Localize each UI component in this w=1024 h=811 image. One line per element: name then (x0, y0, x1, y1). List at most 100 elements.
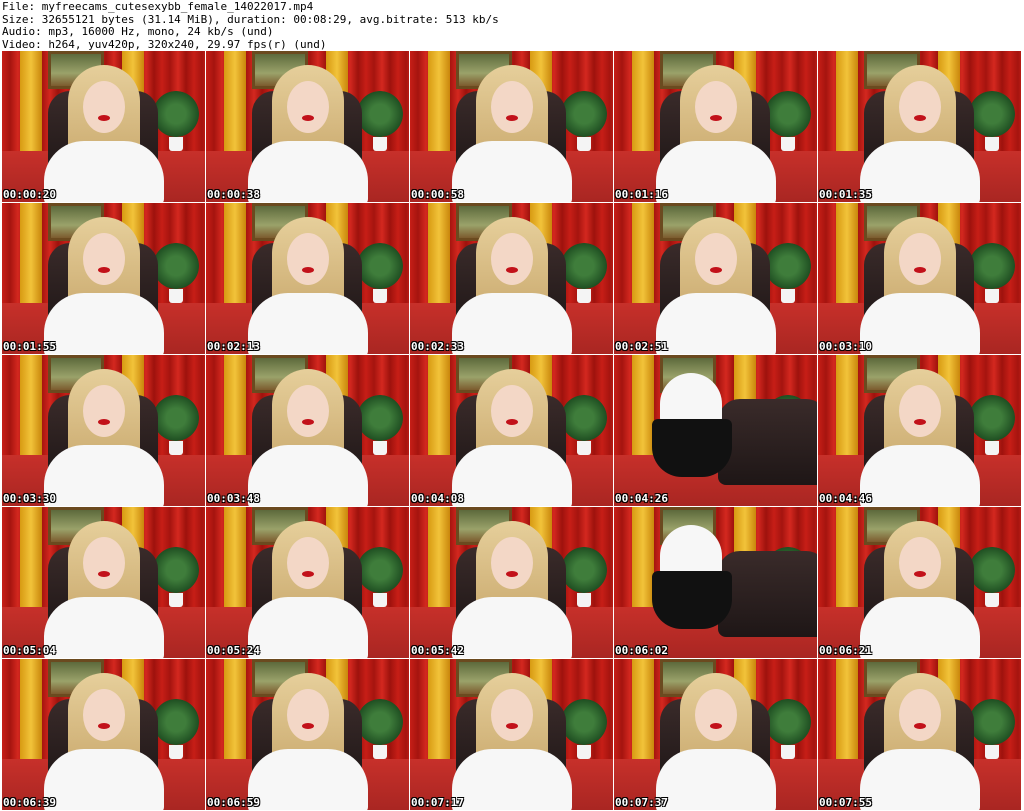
red-lips (506, 115, 518, 121)
plant-pot (169, 137, 183, 151)
frame-timestamp: 00:03:10 (819, 340, 872, 353)
frame-timestamp: 00:04:08 (411, 492, 464, 505)
potted-plant (765, 243, 811, 289)
white-t-shirt (452, 445, 572, 506)
video-frame-thumbnail: 00:06:59 (206, 659, 409, 810)
thumbnail-grid: 00:00:20 00:00:38 00:00:58 00:01:16 00:01:35… (0, 51, 1024, 811)
potted-plant (561, 395, 607, 441)
file-name-line: File: myfreecams_cutesexybb_female_14022… (2, 0, 314, 13)
white-t-shirt (656, 749, 776, 810)
frame-timestamp: 00:01:35 (819, 188, 872, 201)
frame-timestamp: 00:07:17 (411, 796, 464, 809)
face (899, 537, 941, 589)
plant-pot (781, 137, 795, 151)
white-t-shirt (44, 749, 164, 810)
red-lips (98, 571, 110, 577)
frame-timestamp: 00:06:21 (819, 644, 872, 657)
audio-info-line: Audio: mp3, 16000 Hz, mono, 24 kb/s (und… (2, 25, 274, 38)
frame-timestamp: 00:02:13 (207, 340, 260, 353)
plant-pot (985, 137, 999, 151)
white-t-shirt (44, 141, 164, 202)
video-frame-thumbnail: 00:03:48 (206, 355, 409, 506)
white-t-shirt (44, 597, 164, 658)
red-lips (98, 723, 110, 729)
potted-plant (153, 699, 199, 745)
red-lips (914, 723, 926, 729)
potted-plant (357, 699, 403, 745)
red-lips (302, 115, 314, 121)
video-frame-thumbnail: 00:05:42 (410, 507, 613, 658)
frame-timestamp: 00:04:26 (615, 492, 668, 505)
video-frame-thumbnail: 00:06:02 (614, 507, 817, 658)
frame-timestamp: 00:05:04 (3, 644, 56, 657)
white-t-shirt (44, 445, 164, 506)
red-lips (302, 723, 314, 729)
red-lips (914, 419, 926, 425)
red-lips (98, 115, 110, 121)
potted-plant (357, 547, 403, 593)
face (83, 537, 125, 589)
white-t-shirt (860, 445, 980, 506)
video-frame-thumbnail: 00:03:30 (2, 355, 205, 506)
face (899, 385, 941, 437)
red-lips (302, 267, 314, 273)
potted-plant (765, 699, 811, 745)
video-frame-thumbnail: 00:04:46 (818, 355, 1021, 506)
face (491, 385, 533, 437)
video-frame-thumbnail: 00:04:08 (410, 355, 613, 506)
black-skirt (652, 419, 732, 477)
red-lips (98, 267, 110, 273)
frame-timestamp: 00:06:02 (615, 644, 668, 657)
potted-plant (153, 243, 199, 289)
plant-pot (373, 137, 387, 151)
video-frame-thumbnail: 00:07:17 (410, 659, 613, 810)
frame-timestamp: 00:02:33 (411, 340, 464, 353)
video-frame-thumbnail: 00:02:13 (206, 203, 409, 354)
plant-pot (169, 441, 183, 455)
frame-timestamp: 00:07:37 (615, 796, 668, 809)
frame-timestamp: 00:07:55 (819, 796, 872, 809)
plant-pot (373, 593, 387, 607)
plant-pot (781, 289, 795, 303)
face (83, 233, 125, 285)
potted-plant (357, 243, 403, 289)
video-frame-thumbnail: 00:03:10 (818, 203, 1021, 354)
video-frame-thumbnail: 00:01:55 (2, 203, 205, 354)
frame-timestamp: 00:00:58 (411, 188, 464, 201)
red-lips (914, 115, 926, 121)
plant-pot (781, 745, 795, 759)
red-lips (98, 419, 110, 425)
white-t-shirt (248, 293, 368, 354)
face (83, 81, 125, 133)
plant-pot (169, 593, 183, 607)
face (287, 689, 329, 741)
frame-timestamp: 00:00:20 (3, 188, 56, 201)
white-t-shirt (452, 597, 572, 658)
video-info-line: Video: h264, yuv420p, 320x240, 29.97 fps… (2, 37, 327, 51)
white-t-shirt (656, 293, 776, 354)
white-t-shirt (452, 749, 572, 810)
potted-plant (969, 243, 1015, 289)
frame-timestamp: 00:01:16 (615, 188, 668, 201)
potted-plant (561, 699, 607, 745)
face (287, 233, 329, 285)
frame-timestamp: 00:01:55 (3, 340, 56, 353)
red-lips (914, 571, 926, 577)
black-skirt (652, 571, 732, 629)
plant-pot (985, 441, 999, 455)
red-lips (302, 571, 314, 577)
face (899, 81, 941, 133)
white-t-shirt (248, 141, 368, 202)
face (899, 689, 941, 741)
red-lips (710, 115, 722, 121)
potted-plant (561, 91, 607, 137)
white-t-shirt (860, 141, 980, 202)
frame-timestamp: 00:06:39 (3, 796, 56, 809)
potted-plant (969, 699, 1015, 745)
frame-timestamp: 00:03:48 (207, 492, 260, 505)
plant-pot (577, 593, 591, 607)
white-t-shirt (860, 749, 980, 810)
red-lips (506, 419, 518, 425)
video-frame-thumbnail: 00:02:33 (410, 203, 613, 354)
potted-plant (969, 91, 1015, 137)
